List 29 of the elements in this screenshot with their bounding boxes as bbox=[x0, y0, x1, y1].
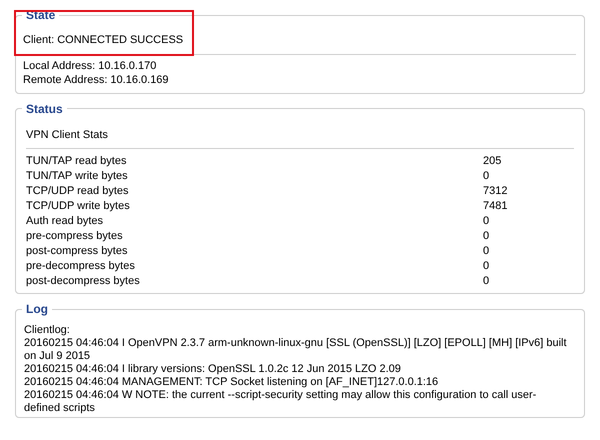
stat-label: pre-compress bytes bbox=[26, 229, 124, 244]
stat-label: Auth read bytes bbox=[26, 214, 104, 230]
panel-title: Log bbox=[25, 301, 49, 318]
stat-value: 0 bbox=[483, 259, 490, 274]
log-line: 20160215 04:46:04 I library versions: OpenSSL 1.0.2c 12 Jun 2015 LZO 2.09 bbox=[24, 363, 402, 376]
panel-title: Status bbox=[25, 100, 64, 118]
stat-value: 205 bbox=[483, 154, 502, 170]
stat-value: 0 bbox=[483, 244, 490, 260]
log-line: 20160215 04:46:04 I OpenVPN 2.3.7 arm-unknown-linux-gnu [SSL (OpenSSL)] [LZO] [EPOLL] [MH] [IPv6] built on Jul 9 2015 bbox=[24, 337, 568, 363]
stat-value: 0 bbox=[483, 169, 490, 184]
stat-value: 7312 bbox=[483, 184, 508, 200]
stat-label: post-compress bytes bbox=[26, 244, 128, 260]
stat-value: 0 bbox=[483, 229, 490, 244]
address-text: Local Address: 10.16.0.170 bbox=[23, 58, 158, 72]
stat-label: TCP/UDP write bytes bbox=[26, 199, 131, 214]
client-status: Client: CONNECTED SUCCESS bbox=[23, 33, 184, 48]
log-heading: Clientlog: bbox=[24, 324, 71, 337]
log-line: 20160215 04:46:04 W NOTE: the current --script-security setting may allow this configuration to call user-defined scripts bbox=[24, 389, 538, 415]
stat-label: pre-decompress bytes bbox=[26, 259, 136, 274]
stat-value: 0 bbox=[483, 274, 490, 290]
stat-value: 0 bbox=[483, 214, 490, 230]
stat-value: 7481 bbox=[483, 199, 508, 214]
stats-heading: VPN Client Stats bbox=[26, 128, 109, 142]
log-line: 20160215 04:46:04 MANAGEMENT: TCP Socket listening on [AF_INET]127.0.0.1:16 bbox=[24, 376, 440, 389]
stat-label: TUN/TAP read bytes bbox=[26, 154, 128, 170]
stat-label: TUN/TAP write bytes bbox=[26, 169, 129, 184]
address-text: Remote Address: 10.16.0.169 bbox=[23, 72, 170, 86]
stat-label: TCP/UDP read bytes bbox=[26, 184, 130, 200]
stat-label: post-decompress bytes bbox=[26, 274, 141, 290]
